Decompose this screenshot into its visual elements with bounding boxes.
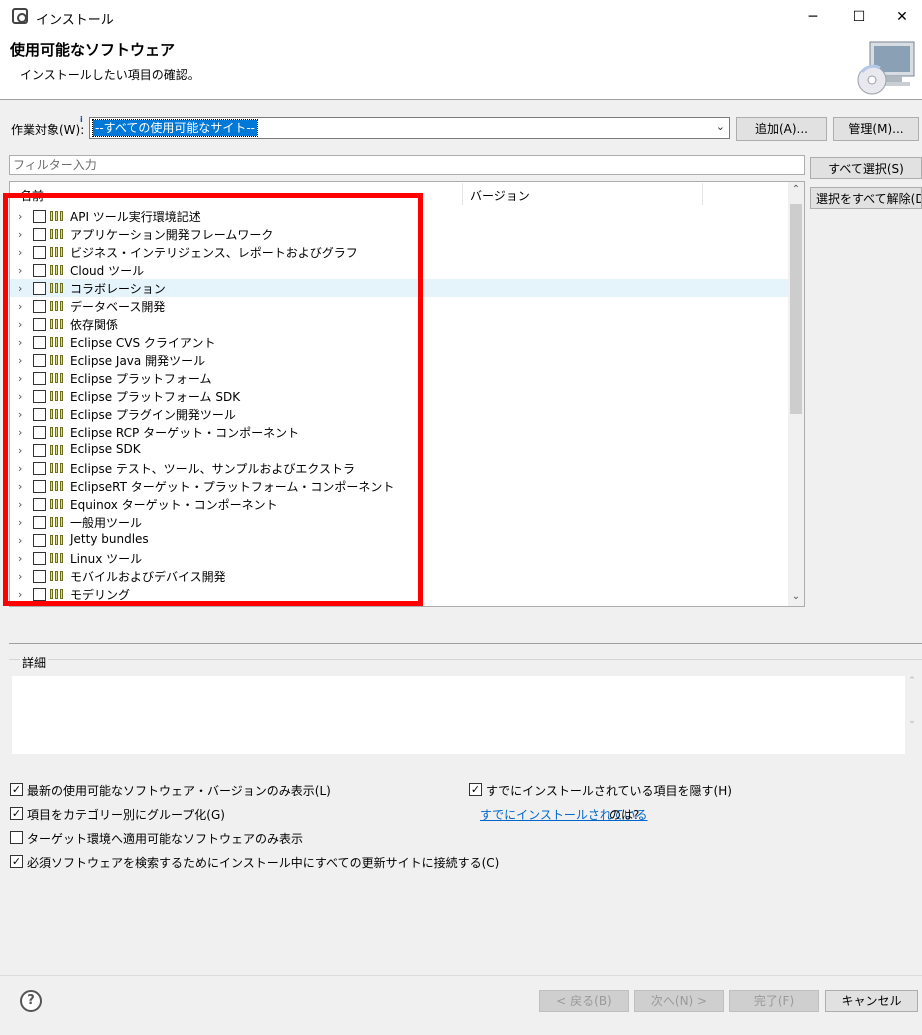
column-divider[interactable]: [702, 183, 703, 205]
cancel-button[interactable]: キャンセル: [825, 990, 918, 1012]
back-button[interactable]: < 戻る(B): [539, 990, 629, 1012]
manage-sites-button[interactable]: 管理(M)...: [833, 117, 919, 141]
monitor-cd-icon: [857, 41, 915, 95]
scroll-up-icon[interactable]: ⌃: [788, 182, 804, 198]
scroll-down-icon[interactable]: ⌄: [788, 589, 804, 605]
scrollbar-thumb[interactable]: [790, 204, 802, 414]
divider: [0, 975, 922, 976]
checkbox-icon[interactable]: ✓: [10, 807, 23, 820]
details-text-area[interactable]: [12, 676, 905, 754]
option-label: ターゲット環境へ適用可能なソフトウェアのみ表示: [27, 832, 304, 846]
title-bar: インストール ─ ☐ ✕: [0, 0, 922, 34]
info-icon: i: [80, 115, 83, 124]
dialog-header: 使用可能なソフトウェア インストールしたい項目の確認。: [0, 34, 922, 100]
help-icon[interactable]: ?: [20, 990, 42, 1012]
minimize-button[interactable]: ─: [790, 0, 836, 34]
checkbox-icon[interactable]: [10, 831, 23, 844]
column-version[interactable]: バージョン: [470, 187, 530, 204]
divider: [9, 643, 922, 644]
tree-scrollbar[interactable]: ⌃ ⌄: [788, 182, 804, 606]
option-label: すでにインストールされている項目を隠す(H): [486, 784, 732, 798]
eclipse-app-icon: [12, 8, 28, 24]
highlight-annotation-box: [3, 193, 423, 606]
option-label: 必須ソフトウェアを検索するためにインストール中にすべての更新サイトに接続する(C…: [27, 856, 500, 870]
close-button[interactable]: ✕: [882, 0, 922, 34]
next-button[interactable]: 次へ(N) >: [634, 990, 724, 1012]
checkbox-icon[interactable]: ✓: [10, 783, 23, 796]
deselect-all-button[interactable]: 選択をすべて解除(D): [810, 187, 922, 209]
checkbox-icon[interactable]: ✓: [469, 783, 482, 796]
column-divider[interactable]: [462, 183, 463, 205]
site-combo[interactable]: --すべての使用可能なサイト-- ⌄: [89, 117, 730, 139]
details-label: 詳細: [20, 654, 49, 671]
already-installed-suffix: のは?: [609, 808, 640, 822]
site-combo-value: --すべての使用可能なサイト--: [91, 119, 259, 137]
checkbox-icon[interactable]: ✓: [10, 855, 23, 868]
page-title: 使用可能なソフトウェア: [10, 41, 176, 59]
window-title: インストール: [36, 13, 114, 28]
finish-button[interactable]: 完了(F): [729, 990, 819, 1012]
chevron-down-icon[interactable]: ⌄: [716, 120, 725, 133]
details-scrollbar[interactable]: ⌃ ⌄: [905, 676, 919, 754]
workwith-label: 作業対象(W):: [11, 123, 85, 137]
page-subtitle: インストールしたい項目の確認。: [20, 68, 200, 82]
maximize-button[interactable]: ☐: [836, 0, 882, 34]
option-label: 項目をカテゴリー別にグループ化(G): [27, 808, 225, 822]
add-site-button[interactable]: 追加(A)...: [736, 117, 827, 141]
option-label: 最新の使用可能なソフトウェア・バージョンのみ表示(L): [27, 784, 331, 798]
filter-input[interactable]: [9, 155, 805, 175]
select-all-button[interactable]: すべて選択(S): [810, 157, 922, 179]
